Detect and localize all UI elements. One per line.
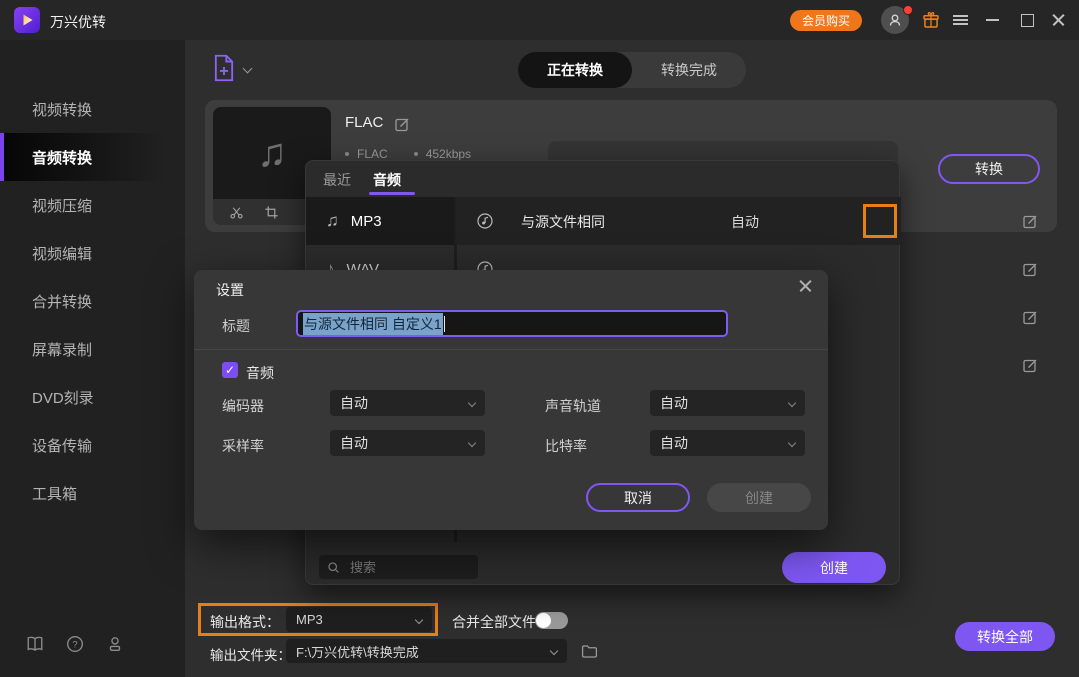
sidebar-item-audio-convert[interactable]: 音频转换: [0, 133, 185, 181]
preset-same-as-source[interactable]: 与源文件相同 自动: [456, 197, 901, 245]
trim-scissors-icon[interactable]: [229, 205, 244, 220]
music-note-icon: ♫: [326, 211, 339, 231]
edit-preset-icon[interactable]: [1022, 213, 1038, 229]
close-button[interactable]: [1052, 14, 1064, 26]
chevron-down-icon: [550, 647, 558, 655]
sidebar-item-video-compress[interactable]: 视频压缩: [0, 181, 185, 229]
sidebar-item-merge-convert[interactable]: 合并转换: [0, 277, 185, 325]
dialog-divider: [194, 349, 828, 350]
merge-all-toggle[interactable]: [535, 612, 568, 629]
app-logo-icon: [14, 7, 40, 33]
add-file-button[interactable]: [212, 54, 236, 82]
edit-preset-icon[interactable]: [1022, 309, 1038, 325]
active-tab-underline: [369, 192, 415, 195]
add-file-dropdown-chevron-icon[interactable]: [243, 64, 253, 74]
convert-button[interactable]: 转换: [938, 154, 1040, 184]
search-icon: [327, 561, 340, 574]
contact-icon[interactable]: [106, 635, 124, 653]
file-meta: FLAC 452kbps: [345, 147, 471, 161]
convert-all-button[interactable]: 转换全部: [955, 622, 1055, 651]
file-format: FLAC: [357, 147, 388, 161]
rename-edit-icon[interactable]: [394, 116, 410, 132]
format-option-mp3[interactable]: ♫ MP3: [306, 197, 454, 245]
sidebar-item-screen-record[interactable]: 屏幕录制: [0, 325, 185, 373]
tab-finished[interactable]: 转换完成: [632, 52, 746, 88]
encoder-label: 编码器: [222, 396, 264, 416]
sample-rate-label: 采样率: [222, 436, 264, 456]
sidebar-item-video-convert[interactable]: 视频转换: [0, 85, 185, 133]
tab-converting[interactable]: 正在转换: [518, 52, 632, 88]
crop-icon[interactable]: [264, 205, 279, 220]
bitrate-label: 比特率: [545, 436, 587, 456]
meta-dot: [414, 152, 418, 156]
channel-select[interactable]: 自动: [650, 390, 805, 416]
sidebar-item-toolbox[interactable]: 工具箱: [0, 469, 185, 517]
sidebar-item-device-transfer[interactable]: 设备传输: [0, 421, 185, 469]
dialog-close-icon[interactable]: [799, 280, 812, 293]
preset-name-input[interactable]: 与源文件相同 自定义1: [296, 310, 728, 337]
sample-rate-select[interactable]: 自动: [330, 430, 485, 456]
toggle-knob: [536, 613, 551, 628]
maximize-button[interactable]: [1021, 14, 1034, 27]
chevron-down-icon: [788, 399, 796, 407]
create-button-disabled[interactable]: 创建: [707, 483, 811, 512]
popup-tab-recent[interactable]: 最近: [323, 170, 351, 190]
titlebar: [0, 0, 1079, 40]
audio-checkbox[interactable]: [222, 362, 238, 378]
popup-create-button[interactable]: 创建: [782, 552, 886, 583]
edit-preset-icon[interactable]: [1022, 357, 1038, 373]
encoder-select[interactable]: 自动: [330, 390, 485, 416]
format-search: [319, 555, 478, 579]
file-bitrate: 452kbps: [426, 147, 471, 161]
bitrate-select[interactable]: 自动: [650, 430, 805, 456]
cancel-button[interactable]: 取消: [586, 483, 690, 512]
selected-text: 与源文件相同 自定义1: [303, 313, 443, 335]
audio-checkbox-label: 音频: [246, 363, 274, 383]
preset-quality-icon: [476, 212, 494, 230]
chevron-down-icon: [468, 399, 476, 407]
open-folder-icon[interactable]: [581, 643, 598, 660]
chevron-down-icon: [468, 439, 476, 447]
convert-status-tabs: 正在转换 转换完成: [518, 52, 746, 88]
meta-dot: [345, 152, 349, 156]
file-title: FLAC: [345, 114, 383, 131]
text-caret: [444, 316, 446, 332]
minimize-button[interactable]: [986, 19, 999, 21]
help-icon[interactable]: [66, 635, 84, 653]
app-title: 万兴优转: [50, 12, 106, 32]
settings-dialog: 设置 标题 与源文件相同 自定义1 音频 编码器 自动 声音轨道 自动 采样率 …: [194, 270, 828, 530]
name-field-label: 标题: [222, 316, 250, 336]
output-folder-path: F:\万兴优转\转换完成: [296, 642, 419, 661]
gift-icon[interactable]: [922, 11, 940, 29]
popup-tab-audio[interactable]: 音频: [373, 170, 401, 190]
chevron-down-icon: [788, 439, 796, 447]
guide-book-icon[interactable]: [26, 635, 44, 653]
sidebar-item-video-edit[interactable]: 视频编辑: [0, 229, 185, 277]
merge-all-label: 合并全部文件: [452, 612, 536, 632]
menu-icon[interactable]: [953, 15, 968, 25]
edit-preset-highlight-box: [863, 204, 897, 238]
search-input[interactable]: [348, 559, 462, 576]
output-folder-select[interactable]: F:\万兴优转\转换完成: [286, 639, 567, 663]
channel-label: 声音轨道: [545, 396, 601, 416]
output-folder-label: 输出文件夹：: [210, 644, 291, 664]
output-format-highlight-box: [198, 603, 438, 636]
app-window: 万兴优转 会员购买 视频转换 音频转换 视频压缩 视频编辑 合并转换 屏幕录制 …: [0, 0, 1079, 677]
dialog-title: 设置: [216, 280, 244, 300]
edit-preset-icon[interactable]: [1022, 261, 1038, 277]
sidebar-item-dvd-burn[interactable]: DVD刻录: [0, 373, 185, 421]
sidebar: 视频转换 音频转换 视频压缩 视频编辑 合并转换 屏幕录制 DVD刻录 设备传输…: [0, 40, 185, 677]
buy-membership-button[interactable]: 会员购买: [790, 10, 862, 31]
notification-dot: [903, 5, 913, 15]
